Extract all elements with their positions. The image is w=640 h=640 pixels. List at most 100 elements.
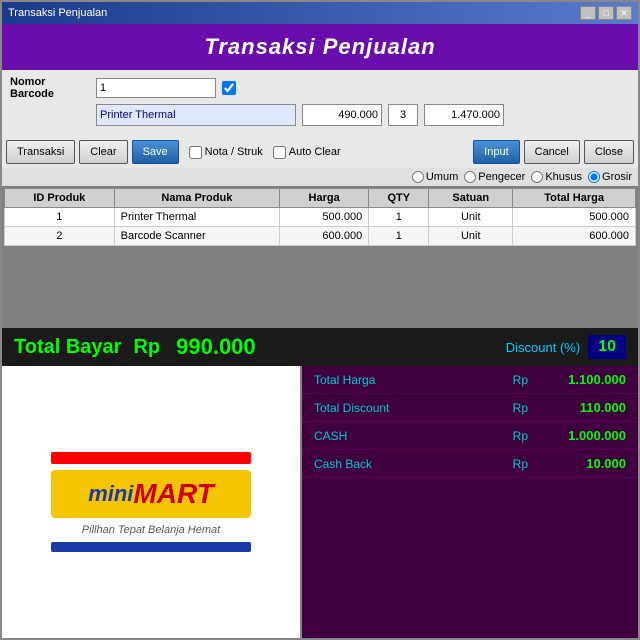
radio-grosir[interactable]: Grosir (588, 171, 632, 183)
radio-khusus-label: Khusus (545, 171, 582, 183)
cell-qty: 1 (369, 227, 429, 246)
close-button[interactable]: ✕ (616, 6, 632, 20)
summary-label: Cash Back (314, 457, 513, 471)
title-bar-controls: _ □ ✕ (580, 6, 632, 20)
col-id: ID Produk (5, 189, 115, 208)
radio-umum-label: Umum (426, 171, 458, 183)
table-empty-space (2, 248, 638, 328)
form-row-barcode: Nomor Barcode (10, 76, 630, 100)
app-title: Transaksi Penjualan (2, 34, 638, 60)
product-name-input[interactable] (96, 104, 296, 126)
summary-row: Total Harga Rp 1.100.000 (302, 366, 638, 394)
product-table: ID Produk Nama Produk Harga QTY Satuan T… (4, 188, 636, 246)
summary-value: 1.100.000 (536, 372, 626, 387)
action-buttons: Input Cancel Close (473, 140, 634, 164)
save-button[interactable]: Save (132, 140, 179, 164)
product-table-area: ID Produk Nama Produk Harga QTY Satuan T… (2, 186, 638, 248)
cell-harga: 500.000 (280, 208, 369, 227)
summary-rp: Rp (513, 457, 528, 471)
logo-box: mini MART (51, 470, 251, 518)
total-bayar-value: 990.000 (176, 334, 506, 360)
qty-input[interactable] (388, 104, 418, 126)
summary-row: Cash Back Rp 10.000 (302, 450, 638, 478)
cell-qty: 1 (369, 208, 429, 227)
summary-value: 1.000.000 (536, 428, 626, 443)
cell-name: Printer Thermal (114, 208, 279, 227)
radio-grosir-label: Grosir (602, 171, 632, 183)
window-title: Transaksi Penjualan (8, 7, 107, 19)
buttons-row: Transaksi Clear Save Nota / Struk Auto C… (2, 136, 638, 168)
cell-harga: 600.000 (280, 227, 369, 246)
radio-pengecer[interactable]: Pengecer (464, 171, 525, 183)
col-name: Nama Produk (114, 189, 279, 208)
table-header-row: ID Produk Nama Produk Harga QTY Satuan T… (5, 189, 636, 208)
cancel-button[interactable]: Cancel (524, 140, 580, 164)
col-qty: QTY (369, 189, 429, 208)
discount-label: Discount (%) (506, 340, 580, 355)
cell-name: Barcode Scanner (114, 227, 279, 246)
summary-value: 10.000 (536, 456, 626, 471)
barcode-checkbox[interactable] (222, 81, 236, 95)
radio-pengecer-label: Pengecer (478, 171, 525, 183)
transaksi-button[interactable]: Transaksi (6, 140, 75, 164)
title-bar: Transaksi Penjualan _ □ ✕ (2, 2, 638, 24)
price-input[interactable] (302, 104, 382, 126)
total-bayar-label: Total Bayar (14, 336, 121, 359)
input-button[interactable]: Input (473, 140, 519, 164)
app-header: Transaksi Penjualan (2, 24, 638, 70)
cell-id: 2 (5, 227, 115, 246)
summary-rp: Rp (513, 401, 528, 415)
logo-blue-bar (51, 542, 251, 552)
radio-pengecer-input[interactable] (464, 171, 476, 183)
summary-label: CASH (314, 429, 513, 443)
col-harga: Harga (280, 189, 369, 208)
cell-satuan: Unit (429, 208, 513, 227)
summary-rp: Rp (513, 429, 528, 443)
col-satuan: Satuan (429, 189, 513, 208)
auto-clear-checkbox[interactable] (273, 146, 286, 159)
total-bar: Total Bayar Rp 990.000 Discount (%) 10 (2, 328, 638, 366)
cell-total: 600.000 (513, 227, 636, 246)
col-total: Total Harga (513, 189, 636, 208)
logo-tagline: Pillhan Tepat Belanja Hemat (82, 524, 220, 536)
nota-struk-checkbox[interactable] (189, 146, 202, 159)
summary-row: Total Discount Rp 110.000 (302, 394, 638, 422)
summary-value: 110.000 (536, 400, 626, 415)
summary-row: CASH Rp 1.000.000 (302, 422, 638, 450)
discount-section: Discount (%) 10 (506, 335, 626, 359)
barcode-input[interactable] (96, 78, 216, 98)
total-input[interactable] (424, 104, 504, 126)
table-row[interactable]: 1 Printer Thermal 500.000 1 Unit 500.000 (5, 208, 636, 227)
bottom-area: mini MART Pillhan Tepat Belanja Hemat To… (2, 366, 638, 638)
radio-umum[interactable]: Umum (412, 171, 458, 183)
maximize-button[interactable]: □ (598, 6, 614, 20)
radio-khusus[interactable]: Khusus (531, 171, 582, 183)
logo-mini-text: mini (88, 481, 133, 507)
discount-value: 10 (588, 335, 626, 359)
radio-row: Umum Pengecer Khusus Grosir (2, 168, 638, 186)
summary-rp: Rp (513, 373, 528, 387)
radio-khusus-input[interactable] (531, 171, 543, 183)
logo-mart-text: MART (133, 478, 213, 510)
table-row[interactable]: 2 Barcode Scanner 600.000 1 Unit 600.000 (5, 227, 636, 246)
form-area: Nomor Barcode (2, 70, 638, 136)
summary-label: Total Discount (314, 401, 513, 415)
total-rp-symbol: Rp (133, 336, 160, 359)
cell-id: 1 (5, 208, 115, 227)
cell-total: 500.000 (513, 208, 636, 227)
nota-struk-label: Nota / Struk (189, 146, 263, 159)
main-window: Transaksi Penjualan _ □ ✕ Transaksi Penj… (0, 0, 640, 640)
radio-umum-input[interactable] (412, 171, 424, 183)
cell-satuan: Unit (429, 227, 513, 246)
clear-button[interactable]: Clear (79, 140, 127, 164)
auto-clear-label: Auto Clear (273, 146, 341, 159)
form-row-product (10, 104, 630, 126)
logo-red-bar (51, 452, 251, 464)
close-button-form[interactable]: Close (584, 140, 634, 164)
radio-grosir-input[interactable] (588, 171, 600, 183)
nomor-barcode-label: Nomor Barcode (10, 76, 90, 100)
minimize-button[interactable]: _ (580, 6, 596, 20)
summary-panel: Total Harga Rp 1.100.000 Total Discount … (302, 366, 638, 638)
logo-area: mini MART Pillhan Tepat Belanja Hemat (2, 366, 302, 638)
summary-label: Total Harga (314, 373, 513, 387)
